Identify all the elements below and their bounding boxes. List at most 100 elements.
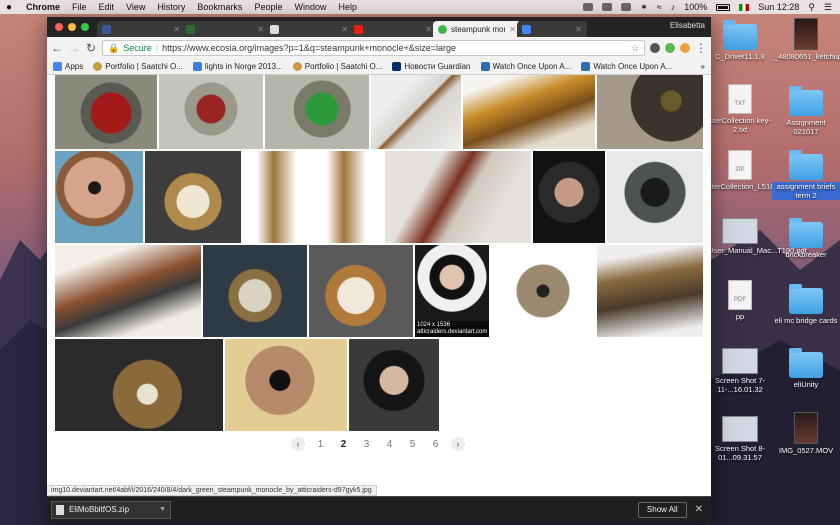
bluetooth-icon[interactable]: ✶ — [640, 2, 648, 13]
bookmark-item[interactable]: Portfolio | Saatchi O... — [292, 62, 382, 71]
image-result[interactable] — [159, 75, 263, 149]
close-tab-icon[interactable]: ✕ — [257, 25, 264, 34]
close-window-button[interactable] — [55, 23, 63, 31]
minimize-window-button[interactable] — [68, 23, 76, 31]
volume-icon[interactable]: ♪ — [671, 2, 676, 12]
image-result[interactable] — [55, 151, 143, 243]
battery-icon[interactable] — [716, 3, 731, 11]
desktop-icon[interactable]: eli mc bridge cards — [772, 284, 840, 325]
bookmark-item[interactable]: Watch Once Upon A... — [480, 62, 571, 71]
show-all-downloads-button[interactable]: Show All — [637, 501, 687, 518]
tab[interactable]: ✕ — [517, 21, 587, 37]
image-result[interactable] — [309, 245, 413, 337]
page-link[interactable]: 5 — [401, 439, 424, 450]
timemachine-icon[interactable] — [621, 3, 632, 11]
tab[interactable]: ✕ — [265, 21, 353, 37]
bookmark-item[interactable]: Apps — [53, 62, 83, 71]
page-link[interactable]: 3 — [355, 439, 378, 450]
menu-people[interactable]: People — [254, 2, 282, 12]
desktop-icon-selected[interactable]: assignment briefs term 2 — [772, 150, 840, 200]
page-link[interactable]: 1 — [309, 439, 332, 450]
close-tab-icon[interactable]: ✕ — [509, 25, 516, 34]
apple-icon[interactable]: ● — [6, 2, 16, 13]
image-result[interactable] — [203, 245, 307, 337]
desktop-icon[interactable]: ZIP sterCollection_L516.dmg.zip — [706, 150, 803, 191]
menu-view[interactable]: View — [126, 2, 145, 12]
image-result[interactable] — [349, 339, 439, 431]
close-tab-icon[interactable]: ✕ — [341, 25, 348, 34]
image-result[interactable] — [597, 245, 703, 337]
desktop-icon[interactable]: Screen Shot 7-11-...16.01.32 — [706, 348, 774, 394]
close-tab-icon[interactable]: ✕ — [173, 25, 180, 34]
page-link-current[interactable]: 2 — [332, 439, 355, 450]
chevron-down-icon[interactable]: ▼ — [159, 506, 166, 513]
page-link[interactable]: 4 — [378, 439, 401, 450]
menu-window[interactable]: Window — [294, 2, 326, 12]
cloud-icon[interactable] — [602, 3, 613, 11]
menu-file[interactable]: File — [72, 2, 87, 12]
bookmark-item[interactable]: lights in Norge 2013... — [192, 62, 283, 71]
image-result[interactable] — [55, 245, 201, 337]
close-tab-icon[interactable]: ✕ — [425, 25, 432, 34]
menu-app[interactable]: Chrome — [26, 2, 60, 12]
bookmark-item[interactable]: Новости Guardian — [392, 62, 471, 71]
menu-edit[interactable]: Edit — [99, 2, 115, 12]
image-result[interactable] — [225, 339, 347, 431]
menu-bookmarks[interactable]: Bookmarks — [197, 2, 242, 12]
image-result[interactable] — [55, 75, 157, 149]
desktop-icon[interactable]: C_Driver11.1.8 — [706, 20, 774, 61]
page-link[interactable]: 6 — [424, 439, 447, 450]
desktop-icon[interactable]: User_Manual_Mac...T190.pdf — [706, 218, 807, 255]
prev-page-button[interactable]: ‹ — [291, 437, 305, 451]
tab[interactable]: ✕ — [97, 21, 185, 37]
wifi-icon[interactable]: ≈ — [657, 2, 662, 12]
bookmark-star-icon[interactable]: ☆ — [631, 43, 639, 54]
notification-center-icon[interactable]: ☰ — [824, 2, 832, 13]
bookmark-item[interactable]: Portfolio | Saatchi O... — [93, 62, 183, 71]
image-result[interactable] — [371, 75, 461, 149]
next-page-button[interactable]: › — [451, 437, 465, 451]
desktop-icon[interactable]: PDF pp — [706, 280, 774, 321]
desktop-icon[interactable]: brickbreaker — [772, 218, 840, 259]
back-arrow-icon[interactable]: ← — [51, 41, 63, 55]
image-result[interactable] — [463, 75, 595, 149]
image-result[interactable]: 1024 x 1536 atticraiders.deviantart.com — [415, 245, 489, 337]
close-tab-icon[interactable]: ✕ — [575, 25, 582, 34]
tab[interactable]: ✕ — [349, 21, 437, 37]
forward-arrow-icon[interactable]: → — [68, 41, 80, 55]
menubar-clock[interactable]: Sun 12:28 — [758, 2, 799, 12]
menu-kebab-icon[interactable]: ⋮ — [695, 41, 707, 55]
image-result[interactable] — [145, 151, 241, 243]
image-result[interactable] — [597, 75, 703, 149]
extension-icon[interactable] — [650, 43, 660, 53]
image-result[interactable] — [385, 151, 531, 243]
desktop-icon[interactable]: _48080651_ketchup.226.jpg — [772, 18, 840, 61]
image-result[interactable] — [243, 151, 383, 243]
desktop-icon[interactable]: IMG_0527.MOV — [772, 412, 840, 455]
image-result[interactable] — [533, 151, 605, 243]
url-text[interactable]: https://www.ecosia.org/images?p=1&q=stea… — [162, 43, 456, 53]
spotlight-icon[interactable]: ⚲ — [808, 2, 815, 13]
desktop-icon[interactable]: Assignment 021017 — [772, 86, 840, 136]
desktop-icon[interactable]: TXT sterCollection key-2.txt — [706, 84, 774, 134]
input-flag-icon[interactable] — [739, 3, 750, 11]
extension-icon[interactable] — [680, 43, 690, 53]
image-result[interactable] — [55, 339, 223, 431]
bookmarks-overflow[interactable]: » — [701, 62, 705, 71]
reload-icon[interactable]: ↻ — [85, 41, 97, 55]
tab-active[interactable]: steampunk monoc✕ — [433, 21, 521, 37]
close-downloads-icon[interactable]: ✕ — [695, 504, 703, 515]
image-result[interactable] — [491, 245, 595, 337]
battery-percent[interactable]: 100% — [684, 2, 707, 12]
image-result[interactable] — [607, 151, 703, 243]
bookmark-item[interactable]: Watch Once Upon A... — [581, 62, 672, 71]
desktop-icon[interactable]: eliUnity — [772, 348, 840, 389]
dropbox-icon[interactable] — [583, 3, 594, 11]
menu-help[interactable]: Help — [338, 2, 357, 12]
menu-history[interactable]: History — [157, 2, 185, 12]
download-item[interactable]: EliMoBbltfOS.zip ▼ — [51, 500, 171, 519]
profile-name[interactable]: Elisabetta — [670, 21, 705, 30]
tab[interactable]: ✕ — [181, 21, 269, 37]
extension-icon[interactable] — [665, 43, 675, 53]
address-bar[interactable]: 🔒 Secure | https://www.ecosia.org/images… — [102, 40, 645, 56]
